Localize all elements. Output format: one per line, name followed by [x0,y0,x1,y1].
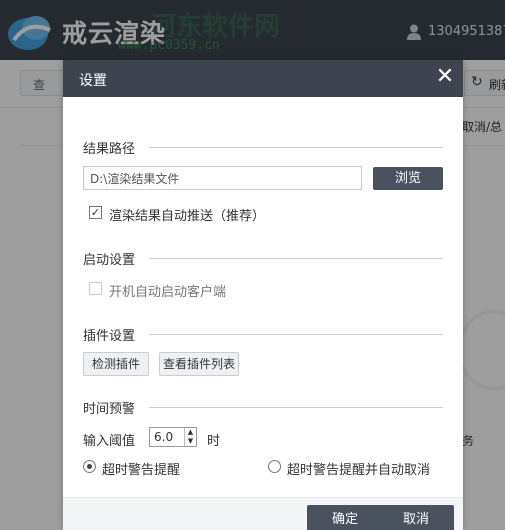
section-divider [149,258,443,259]
chevron-down-icon[interactable]: ▼ [184,437,196,446]
section-title: 时间预警 [83,398,146,417]
warn-radio-label: 超时警告提醒 [102,463,181,478]
warn-radio[interactable] [83,460,96,473]
autostart-checkbox[interactable] [89,282,102,295]
auto-push-label: 渲染结果自动推送（推荐） [109,209,266,224]
threshold-label: 输入阈值 [83,434,136,449]
result-path-input[interactable] [83,166,362,190]
section-title: 启动设置 [83,249,146,268]
section-title: 插件设置 [83,325,146,344]
dialog-title-bar: 设置 ✕ [63,60,463,97]
time-warning-section: 时间预警 [83,398,443,418]
plugins-section: 插件设置 [83,325,443,345]
plugin-list-button[interactable]: 查看插件列表 [159,352,239,376]
threshold-stepper[interactable]: 6.0 ▲ ▼ [149,427,197,447]
startup-section: 启动设置 [83,249,443,269]
confirm-button[interactable]: 确定 [307,505,383,530]
threshold-unit: 时 [207,434,221,449]
detect-plugins-button[interactable]: 检测插件 [83,352,149,376]
result-path-section: 结果路径 [83,138,443,158]
warn-cancel-radio-label: 超时警告提醒并自动取消 [287,463,431,478]
section-divider [149,147,443,148]
threshold-value[interactable]: 6.0 [154,430,173,444]
autostart-label: 开机自动启动客户端 [109,285,227,300]
close-icon[interactable]: ✕ [433,65,457,89]
section-divider [149,334,443,335]
dialog-title: 设置 [79,73,107,89]
browse-button[interactable]: 浏览 [373,167,443,190]
cancel-button[interactable]: 取消 [378,505,454,530]
warn-cancel-radio[interactable] [268,460,281,473]
settings-dialog: 设置 ✕ 结果路径 浏览 ✓ 渲染结果自动推送（推荐） 启动设置 开机自动启动客… [63,60,463,530]
chevron-up-icon[interactable]: ▲ [184,428,196,437]
auto-push-checkbox[interactable]: ✓ [89,206,102,219]
section-title: 结果路径 [83,138,146,157]
section-divider [149,407,443,408]
